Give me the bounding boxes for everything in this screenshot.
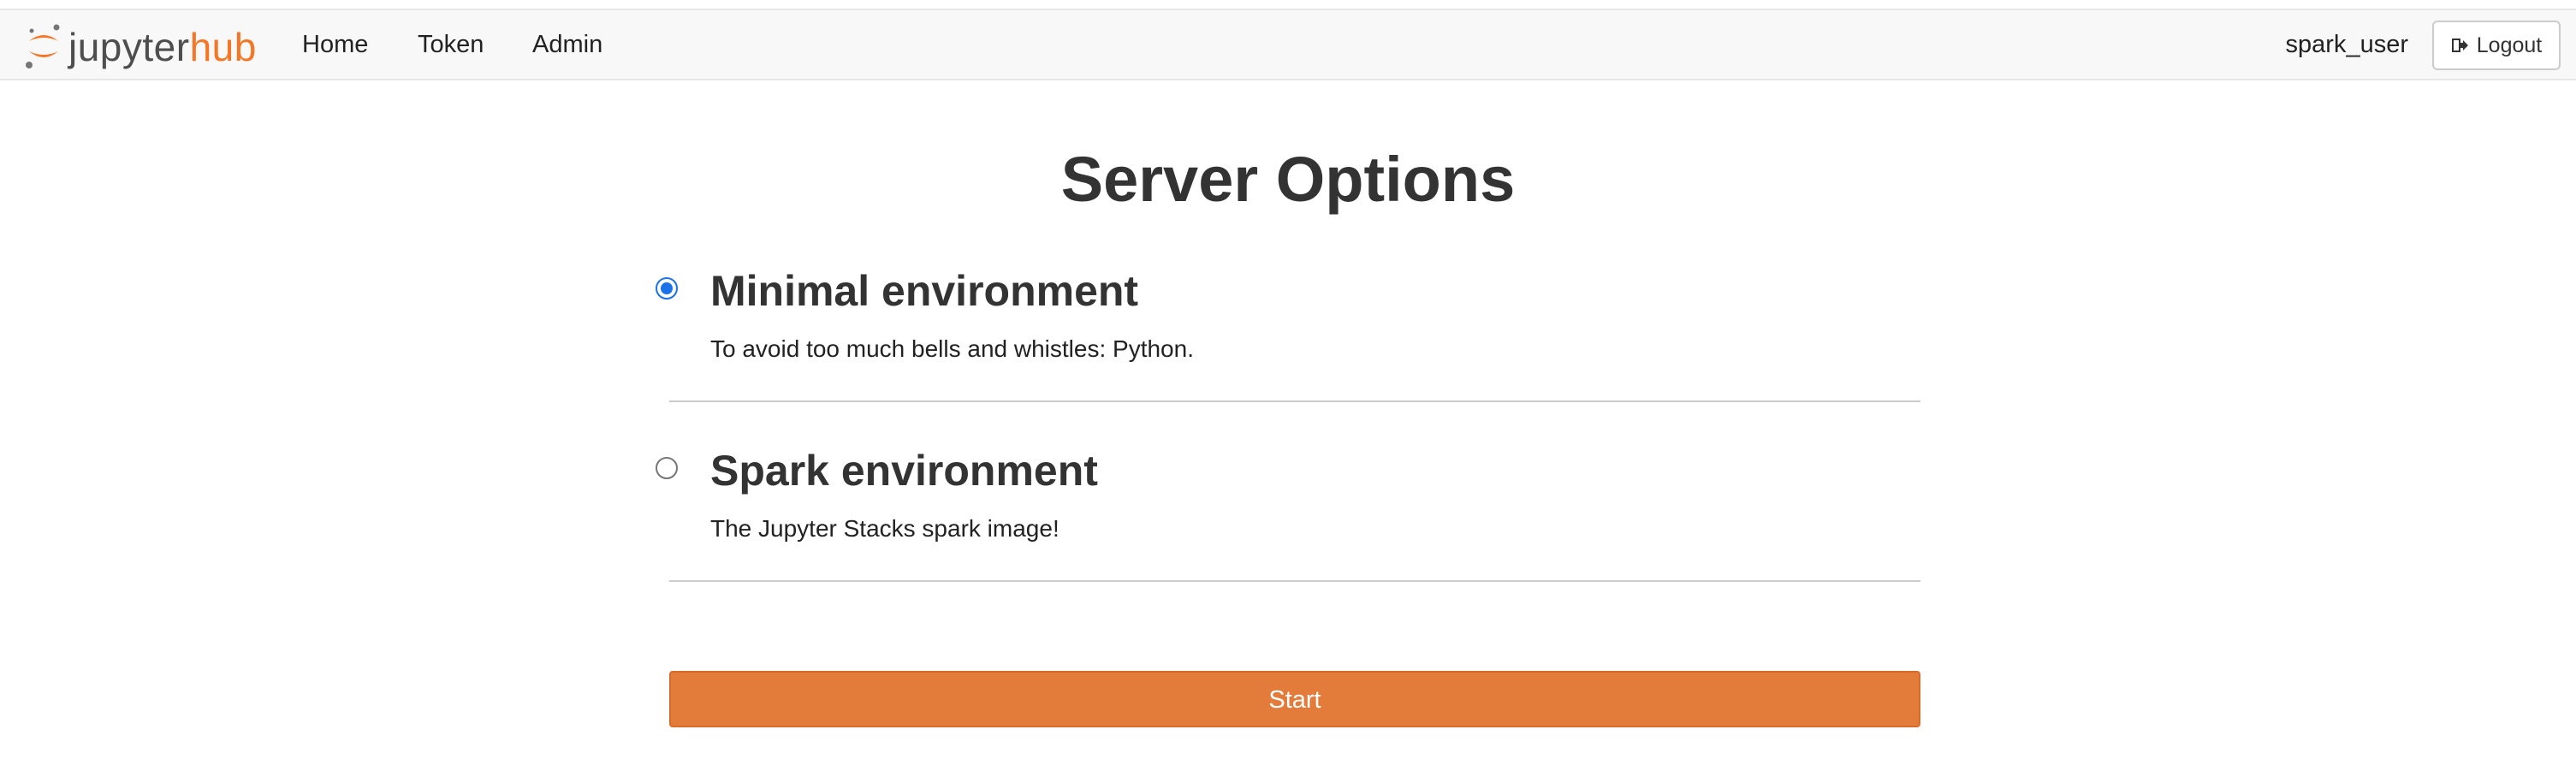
- option-title: Spark environment: [710, 447, 1098, 495]
- nav-link-home[interactable]: Home: [302, 27, 368, 62]
- page-title: Server Options: [1060, 144, 1516, 215]
- option-divider: [669, 580, 1920, 582]
- logo-word-jupyter: jupyter: [68, 25, 190, 69]
- option-title: Minimal environment: [710, 267, 1139, 315]
- nav-link-token[interactable]: Token: [418, 27, 484, 62]
- logo-word-hub: hub: [189, 25, 257, 69]
- start-button[interactable]: Start: [669, 671, 1920, 727]
- option-description: To avoid too much bells and whistles: Py…: [710, 335, 1194, 362]
- logout-button[interactable]: Logout: [2432, 21, 2561, 70]
- jupyter-logo-icon: [26, 24, 60, 68]
- sign-out-icon: [2451, 39, 2468, 52]
- nav-link-admin[interactable]: Admin: [532, 27, 602, 62]
- logo-wordmark: jupyterhub: [68, 26, 257, 68]
- radio-minimal-environment[interactable]: [656, 277, 678, 299]
- window-top-edge: [0, 0, 2576, 9]
- logout-label: Logout: [2476, 33, 2543, 57]
- current-username: spark_user: [2285, 31, 2408, 58]
- radio-spark-environment[interactable]: [656, 457, 678, 479]
- jupyterhub-logo[interactable]: jupyterhub: [24, 21, 281, 72]
- option-description: The Jupyter Stacks spark image!: [710, 515, 1059, 542]
- top-navbar: jupyterhub Home Token Admin spark_user L…: [0, 9, 2576, 80]
- option-divider: [669, 400, 1920, 402]
